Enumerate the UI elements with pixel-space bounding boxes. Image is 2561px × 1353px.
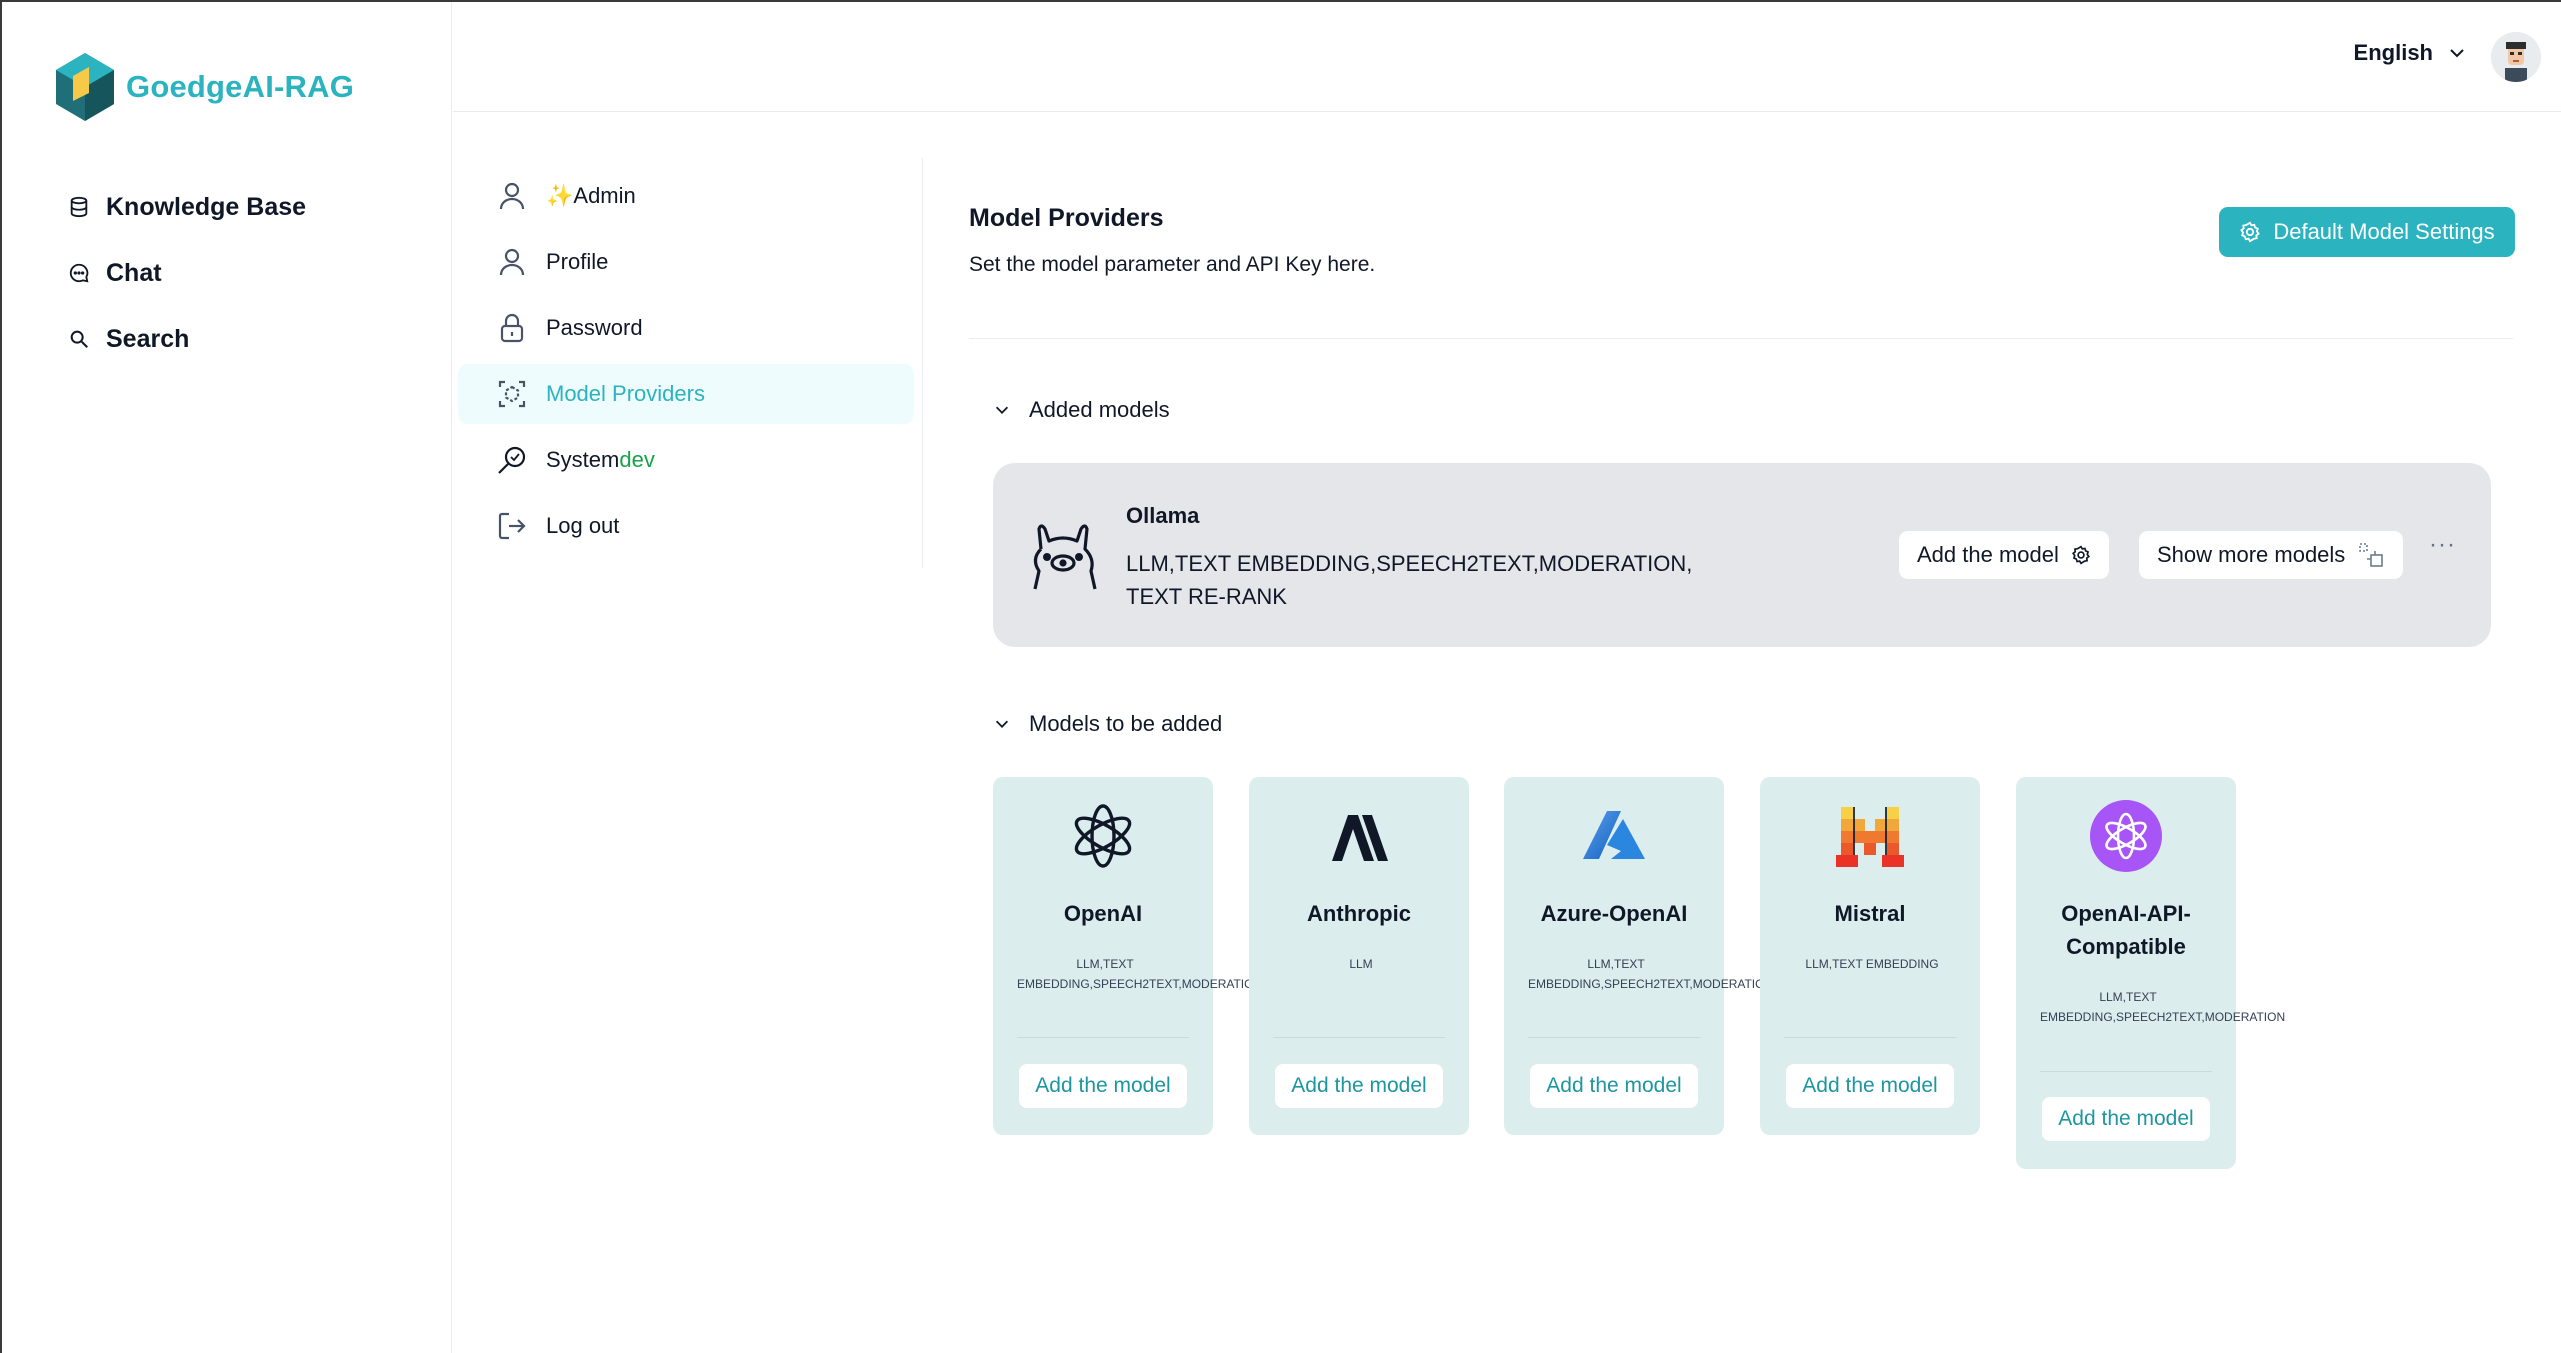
search-icon [70,330,88,348]
added-models-label: Added models [1029,397,1170,422]
logout-icon [498,512,526,540]
top-header: English [453,2,2561,112]
avatar-icon [2491,32,2541,82]
provider-add-button[interactable]: Add the model [2042,1097,2210,1141]
provider-types: LLM,TEXT EMBEDDING,SPEECH2TEXT,MODERATIO… [1017,957,1263,991]
show-more-models-label: Show more models [2157,542,2346,567]
menu-item-password[interactable]: Password [458,298,914,358]
brand-logo-icon [56,53,114,121]
add-the-model-button[interactable]: Add the model [1899,531,2109,579]
menu-item-model-providers-label: Model Providers [546,381,705,406]
chevron-down-icon [2450,49,2464,58]
menu-item-logout-label: Log out [546,513,620,538]
provider-divider [1528,1037,1700,1038]
more-options-icon[interactable]: ··· [2429,531,2456,559]
menu-item-logout[interactable]: Log out [458,496,914,556]
provider-divider [2040,1071,2212,1072]
language-selector[interactable]: English [2354,40,2467,66]
nav-search[interactable]: Search [68,306,306,372]
openai-compatible-icon [2090,800,2162,872]
brand[interactable]: GoedgeAI-RAG [54,50,354,124]
app-sidebar: GoedgeAI-RAG Knowledge Base Chat Search [2,2,452,1353]
models-to-be-added-label: Models to be added [1029,711,1223,736]
page-title: Model Providers [969,204,1164,232]
provider-divider [1784,1037,1956,1038]
provider-card-azure-openai: Azure-OpenAI LLM,TEXT EMBEDDING,SPEECH2T… [1504,777,1774,1135]
provider-card-openai: OpenAI LLM,TEXT EMBEDDING,SPEECH2TEXT,MO… [993,777,1263,1135]
provider-card-openai-api-compatible: OpenAI-API-Compatible LLM,TEXT EMBEDDING… [2016,777,2286,1169]
main-nav: Knowledge Base Chat Search [68,174,306,372]
added-model-name: Ollama [1126,503,1200,528]
system-dev-badge: dev [619,447,655,472]
expand-grid-icon [2359,543,2384,567]
user-avatar[interactable] [2491,32,2541,82]
provider-card-anthropic: Anthropic LLM Add the model [1249,777,1469,1135]
nav-knowledge-base-label: Knowledge Base [106,192,307,221]
provider-card-mistral: Mistral LLM,TEXT EMBEDDING Add the model [1760,777,1980,1135]
provider-types: LLM,TEXT EMBEDDING,SPEECH2TEXT,MODERATIO… [1528,957,1774,991]
menu-item-model-providers[interactable]: Model Providers [458,364,914,424]
menu-item-system[interactable]: Systemdev [458,430,914,490]
nav-search-label: Search [106,324,190,353]
provider-name: OpenAI [1063,901,1143,926]
menu-item-admin[interactable]: ✨Admin [458,166,914,226]
chat-bubble-icon [69,263,89,283]
nav-chat[interactable]: Chat [68,240,306,306]
system-label: System [546,447,620,472]
user-icon [499,182,525,210]
azure-icon [1583,811,1645,859]
menu-item-profile[interactable]: Profile [458,232,914,292]
language-label: English [2353,40,2433,65]
default-model-settings-label: Default Model Settings [2273,219,2495,244]
menu-item-system-label: Systemdev [546,447,655,473]
model-icon [498,380,526,408]
menu-item-profile-label: Profile [546,249,609,274]
user-icon [499,248,525,276]
chevron-down-icon [995,720,1009,728]
nav-knowledge-base[interactable]: Knowledge Base [68,174,306,240]
added-models-toggle[interactable]: Added models [993,397,1170,423]
database-icon [70,196,88,218]
show-more-models-button[interactable]: Show more models [2139,531,2404,579]
provider-name: Anthropic [1307,901,1411,926]
provider-add-button[interactable]: Add the model [1275,1064,1443,1108]
ollama-icon [1033,524,1097,590]
provider-add-button[interactable]: Add the model [1530,1064,1698,1108]
provider-add-button[interactable]: Add the model [1019,1064,1187,1108]
mistral-icon [1836,807,1904,867]
provider-divider [1017,1037,1189,1038]
provider-name: Azure-OpenAI [1540,901,1688,926]
default-model-settings-button[interactable]: Default Model Settings [2219,207,2515,257]
provider-add-button[interactable]: Add the model [1786,1064,1954,1108]
provider-types: LLM [1349,957,1373,971]
chevron-down-icon [995,406,1009,414]
app-window: GoedgeAI-RAG Knowledge Base Chat Search … [0,0,2561,1353]
added-model-types: LLM,TEXT EMBEDDING,SPEECH2TEXT,MODERATIO… [1126,551,1693,609]
provider-types: LLM,TEXT EMBEDDING,SPEECH2TEXT,MODERATIO… [2040,990,2286,1024]
models-to-be-added-toggle[interactable]: Models to be added [993,711,1222,737]
content-divider [969,338,2513,339]
provider-name: OpenAI-API-Compatible [2061,901,2191,959]
menu-item-admin-label: ✨Admin [546,183,636,208]
provider-types: LLM,TEXT EMBEDDING [1805,957,1939,971]
menu-item-password-label: Password [546,315,643,340]
system-icon [498,446,526,474]
brand-name: GoedgeAI-RAG [126,69,355,104]
gear-icon [2240,221,2261,243]
gear-icon [2071,545,2090,565]
lock-icon [500,313,524,343]
provider-divider [1273,1037,1445,1038]
page-subtitle: Set the model parameter and API Key here… [969,253,1376,276]
openai-icon [1074,804,1132,868]
added-model-card-ollama: Ollama LLM,TEXT EMBEDDING,SPEECH2TEXT,MO… [993,463,2491,647]
provider-name: Mistral [1834,901,1906,926]
settings-menu: ✨Admin Profile Password Model Providers [458,158,923,568]
anthropic-icon [1332,815,1388,861]
add-the-model-label: Add the model [1917,542,2059,567]
nav-chat-label: Chat [106,258,162,287]
